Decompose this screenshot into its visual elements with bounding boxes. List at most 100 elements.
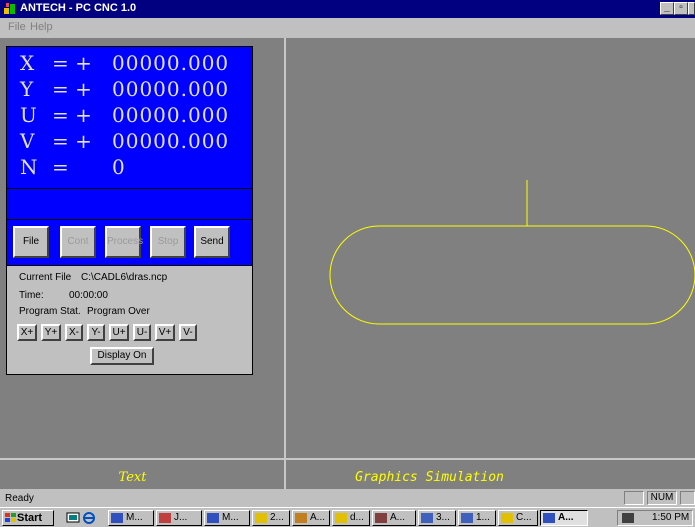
time-value: 00:00:00 xyxy=(69,290,108,301)
menu-help[interactable]: Help xyxy=(30,21,53,33)
axis-label: N xyxy=(20,155,38,179)
start-label: Start xyxy=(17,512,43,524)
jog-x-plus-button[interactable]: X+ xyxy=(17,324,37,341)
app-icon xyxy=(159,513,171,523)
status-bar: Ready NUM xyxy=(0,489,695,507)
axis-value: 00000.000 xyxy=(112,77,230,101)
app-icon xyxy=(295,513,307,523)
network-icon[interactable] xyxy=(622,513,634,523)
axis-sign: = + xyxy=(52,103,92,127)
status-scroll-panel xyxy=(680,491,695,505)
taskbar-item[interactable]: d... xyxy=(332,510,370,526)
window-title: ANTECH - PC CNC 1.0 xyxy=(20,2,137,14)
file-button[interactable]: File xyxy=(13,226,49,258)
taskbar-item-label: d... xyxy=(350,512,364,523)
tab-graphics-simulation[interactable]: Graphics Simulation xyxy=(346,469,513,487)
tab-divider xyxy=(0,458,695,460)
dro-row-y: Y = + 00000.000 xyxy=(7,77,254,103)
taskbar-item[interactable]: M... xyxy=(108,510,154,526)
clock[interactable]: 1:50 PM xyxy=(652,512,689,523)
jog-y-minus-button[interactable]: Y- xyxy=(87,324,105,341)
system-tray: 1:50 PM xyxy=(617,510,693,526)
send-button[interactable]: Send xyxy=(194,226,230,258)
app-icon xyxy=(111,513,123,523)
position-readout: X = + 00000.000 Y = + 00000.000 U = + 00… xyxy=(6,46,253,189)
minimize-button[interactable]: _ xyxy=(660,2,674,15)
title-bar: ANTECH - PC CNC 1.0 _ ▫ xyxy=(0,0,695,18)
axis-value: 0 xyxy=(112,155,126,179)
taskbar-item-label: 2... xyxy=(270,512,284,523)
taskbar-item[interactable]: 3... xyxy=(418,510,456,526)
program-stat-value: Program Over xyxy=(87,306,150,317)
stop-button[interactable]: Stop xyxy=(150,226,186,258)
status-caps-panel xyxy=(624,491,644,505)
cont-button[interactable]: Cont xyxy=(60,226,96,258)
text-pane: X = + 00000.000 Y = + 00000.000 U = + 00… xyxy=(0,38,286,489)
menu-file[interactable]: File xyxy=(8,21,26,33)
taskbar-item[interactable]: J... xyxy=(156,510,202,526)
axis-label: X xyxy=(20,51,35,75)
close-button[interactable] xyxy=(688,2,695,15)
taskbar-item-label: 1... xyxy=(476,512,490,523)
jog-x-minus-button[interactable]: X- xyxy=(65,324,83,341)
axis-value: 00000.000 xyxy=(112,51,230,75)
current-file-label: Current File xyxy=(19,272,72,283)
taskbar-item[interactable]: A... xyxy=(372,510,416,526)
taskbar-item-label: M... xyxy=(126,512,143,523)
current-file-value: C:\CADL6\dras.ncp xyxy=(81,272,168,283)
dro-row-u: U = + 00000.000 xyxy=(7,103,254,129)
taskbar-item-label: A... xyxy=(390,512,406,523)
taskbar-item-label: 3... xyxy=(436,512,450,523)
client-area: X = + 00000.000 Y = + 00000.000 U = + 00… xyxy=(0,38,695,489)
status-panel: Current File C:\CADL6\dras.ncp Time: 00:… xyxy=(6,266,253,375)
jog-v-plus-button[interactable]: V+ xyxy=(155,324,175,341)
dro-row-x: X = + 00000.000 xyxy=(7,51,254,77)
app-icon xyxy=(207,513,219,523)
menu-bar: File Help xyxy=(0,18,695,38)
taskbar-item-label: A... xyxy=(310,512,326,523)
jog-v-minus-button[interactable]: V- xyxy=(179,324,197,341)
taskbar-item[interactable]: 1... xyxy=(458,510,496,526)
taskbar-item[interactable]: 2... xyxy=(252,510,290,526)
desktop-quicklaunch-icon[interactable] xyxy=(66,511,80,525)
toolpath-slot-outline xyxy=(329,225,695,325)
program-stat-label: Program Stat. xyxy=(19,306,81,317)
jog-y-plus-button[interactable]: Y+ xyxy=(41,324,61,341)
message-panel xyxy=(6,189,253,220)
taskbar-item[interactable]: A... xyxy=(292,510,330,526)
taskbar-item-active[interactable]: A... xyxy=(540,510,588,526)
taskbar-item-label: J... xyxy=(174,512,188,523)
app-icon xyxy=(4,3,15,14)
folder-icon xyxy=(255,513,267,523)
taskbar-item-label: C... xyxy=(516,512,532,523)
taskbar-item[interactable]: C... xyxy=(498,510,538,526)
jog-u-plus-button[interactable]: U+ xyxy=(109,324,129,341)
process-button[interactable]: Process xyxy=(105,226,143,258)
status-num-panel: NUM xyxy=(647,491,677,505)
graphics-simulation-view[interactable] xyxy=(286,38,695,458)
tab-text[interactable]: Text xyxy=(67,469,198,487)
axis-label: V xyxy=(20,129,35,153)
axis-sign: = + xyxy=(52,77,92,101)
app-icon xyxy=(543,513,555,523)
time-label: Time: xyxy=(19,290,44,301)
app-icon xyxy=(375,513,387,523)
document-icon xyxy=(421,513,433,523)
taskbar-item-label: M... xyxy=(222,512,239,523)
taskbar-item-label: A... xyxy=(558,512,574,523)
maximize-button[interactable]: ▫ xyxy=(674,2,688,15)
document-icon xyxy=(461,513,473,523)
current-file-row: Current File C:\CADL6\dras.ncp xyxy=(19,272,167,283)
folder-icon xyxy=(335,513,347,523)
start-button[interactable]: Start xyxy=(2,510,54,526)
status-text: Ready xyxy=(5,493,34,504)
axis-sign: = + xyxy=(52,129,92,153)
browser-quicklaunch-icon[interactable] xyxy=(82,511,96,525)
axis-sign: = xyxy=(52,155,69,179)
jog-u-minus-button[interactable]: U- xyxy=(133,324,151,341)
taskbar-item[interactable]: M... xyxy=(204,510,250,526)
display-on-button[interactable]: Display On xyxy=(90,347,154,365)
axis-value: 00000.000 xyxy=(112,103,230,127)
axis-value: 00000.000 xyxy=(112,129,230,153)
time-row: Time: 00:00:00 xyxy=(19,290,108,301)
